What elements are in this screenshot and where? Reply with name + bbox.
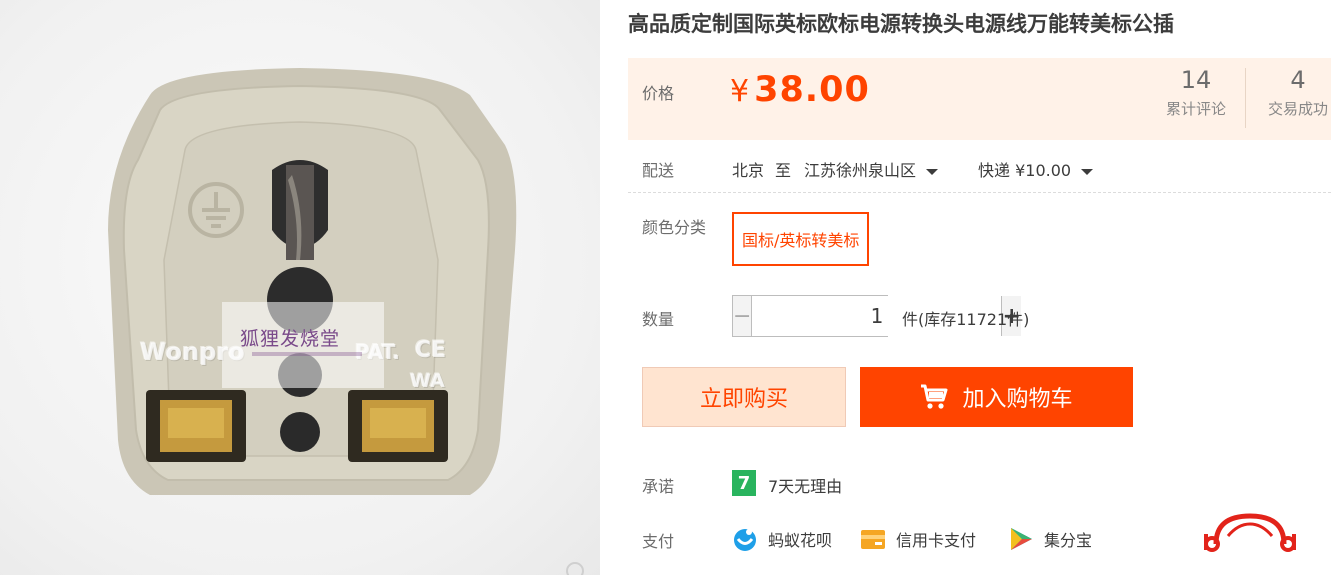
emboss-ce: CE [415,338,447,363]
pay-credit-card[interactable]: 信用卡支付 [860,525,976,553]
price-amount: 38.00 [754,70,870,110]
price-panel: 价格 ¥38.00 14 累计评论 4 交易成功 [628,58,1331,140]
pay-credit-card-label: 信用卡支付 [896,531,977,550]
shop-watermark: 狐狸发烧堂 [222,302,384,388]
deals-label: 交易成功 [1267,100,1328,118]
headphone-logo-icon[interactable] [1200,510,1300,556]
add-to-cart-button[interactable]: 加入购物车 [860,367,1133,427]
ship-from: 北京 [732,161,765,180]
shipping-label: 配送 [642,161,675,180]
stock-text: 件(库存11721件) [902,310,1030,329]
pay-huabei[interactable]: 蚂蚁花呗 [732,525,832,553]
promise-text[interactable]: 7天无理由 [768,473,842,497]
destination-text: 江苏徐州泉山区 [804,161,917,180]
cart-icon [921,384,948,409]
pay-jifenbao[interactable]: 集分宝 [1008,525,1092,553]
pay-jifenbao-label: 集分宝 [1044,531,1093,550]
stat-divider [1245,68,1246,128]
huabei-icon [734,529,756,551]
seven-day-return-icon: 7 [732,470,756,496]
deals-count: 4 [1290,66,1306,94]
buy-now-button[interactable]: 立即购买 [642,367,846,427]
product-image[interactable]: Wonpro PAT. CE WA 狐狸发烧堂 [0,0,600,575]
destination-selector[interactable]: 江苏徐州泉山区 [804,157,939,181]
watermark-url-line [252,352,362,356]
add-to-cart-label: 加入购物车 [962,387,1073,412]
price-value: ¥38.00 [730,70,870,110]
color-label: 颜色分类 [642,218,707,237]
reviews-count: 14 [1180,66,1212,94]
sku-option-selected[interactable]: 国标/英标转美标 [732,212,870,266]
chevron-down-icon [1081,168,1094,175]
chevron-down-icon [926,168,939,175]
pay-huabei-label: 蚂蚁花呗 [768,531,833,550]
quantity-label: 数量 [642,310,675,329]
reviews-label: 累计评论 [1165,100,1226,118]
currency-symbol: ¥ [730,74,751,109]
shipping-method-text: 快递 ¥10.00 [978,161,1072,180]
product-title: 高品质定制国际英标欧标电源转换头电源线万能转美标公插 [628,12,1174,36]
watermark-text: 狐狸发烧堂 [240,328,341,350]
minus-icon: − [733,303,752,329]
product-page: Wonpro PAT. CE WA 狐狸发烧堂 高品质定制国际英标欧标电源转换头… [0,0,1331,575]
quantity-stepper: − + [732,295,1021,337]
jifenbao-icon [1011,528,1032,550]
ship-to-word: 至 [775,161,792,180]
zoom-icon[interactable] [566,562,584,575]
credit-card-icon [861,530,885,549]
emboss-wa: WA [410,370,445,392]
shipping-method-selector[interactable]: 快递 ¥10.00 [978,157,1094,181]
buy-now-label: 立即购买 [699,387,788,412]
price-label: 价格 [642,84,675,103]
reviews-stat[interactable]: 14 累计评论 [1156,66,1236,119]
promise-label: 承诺 [642,477,675,496]
deals-stat: 4 交易成功 [1258,66,1331,119]
decrease-button[interactable]: − [733,296,753,336]
dashed-divider [628,192,1331,193]
plug-adapter-illustration [108,68,517,495]
payment-label: 支付 [642,532,675,551]
product-details: 高品质定制国际英标欧标电源转换头电源线万能转美标公插 价格 ¥38.00 14 … [628,0,1331,575]
